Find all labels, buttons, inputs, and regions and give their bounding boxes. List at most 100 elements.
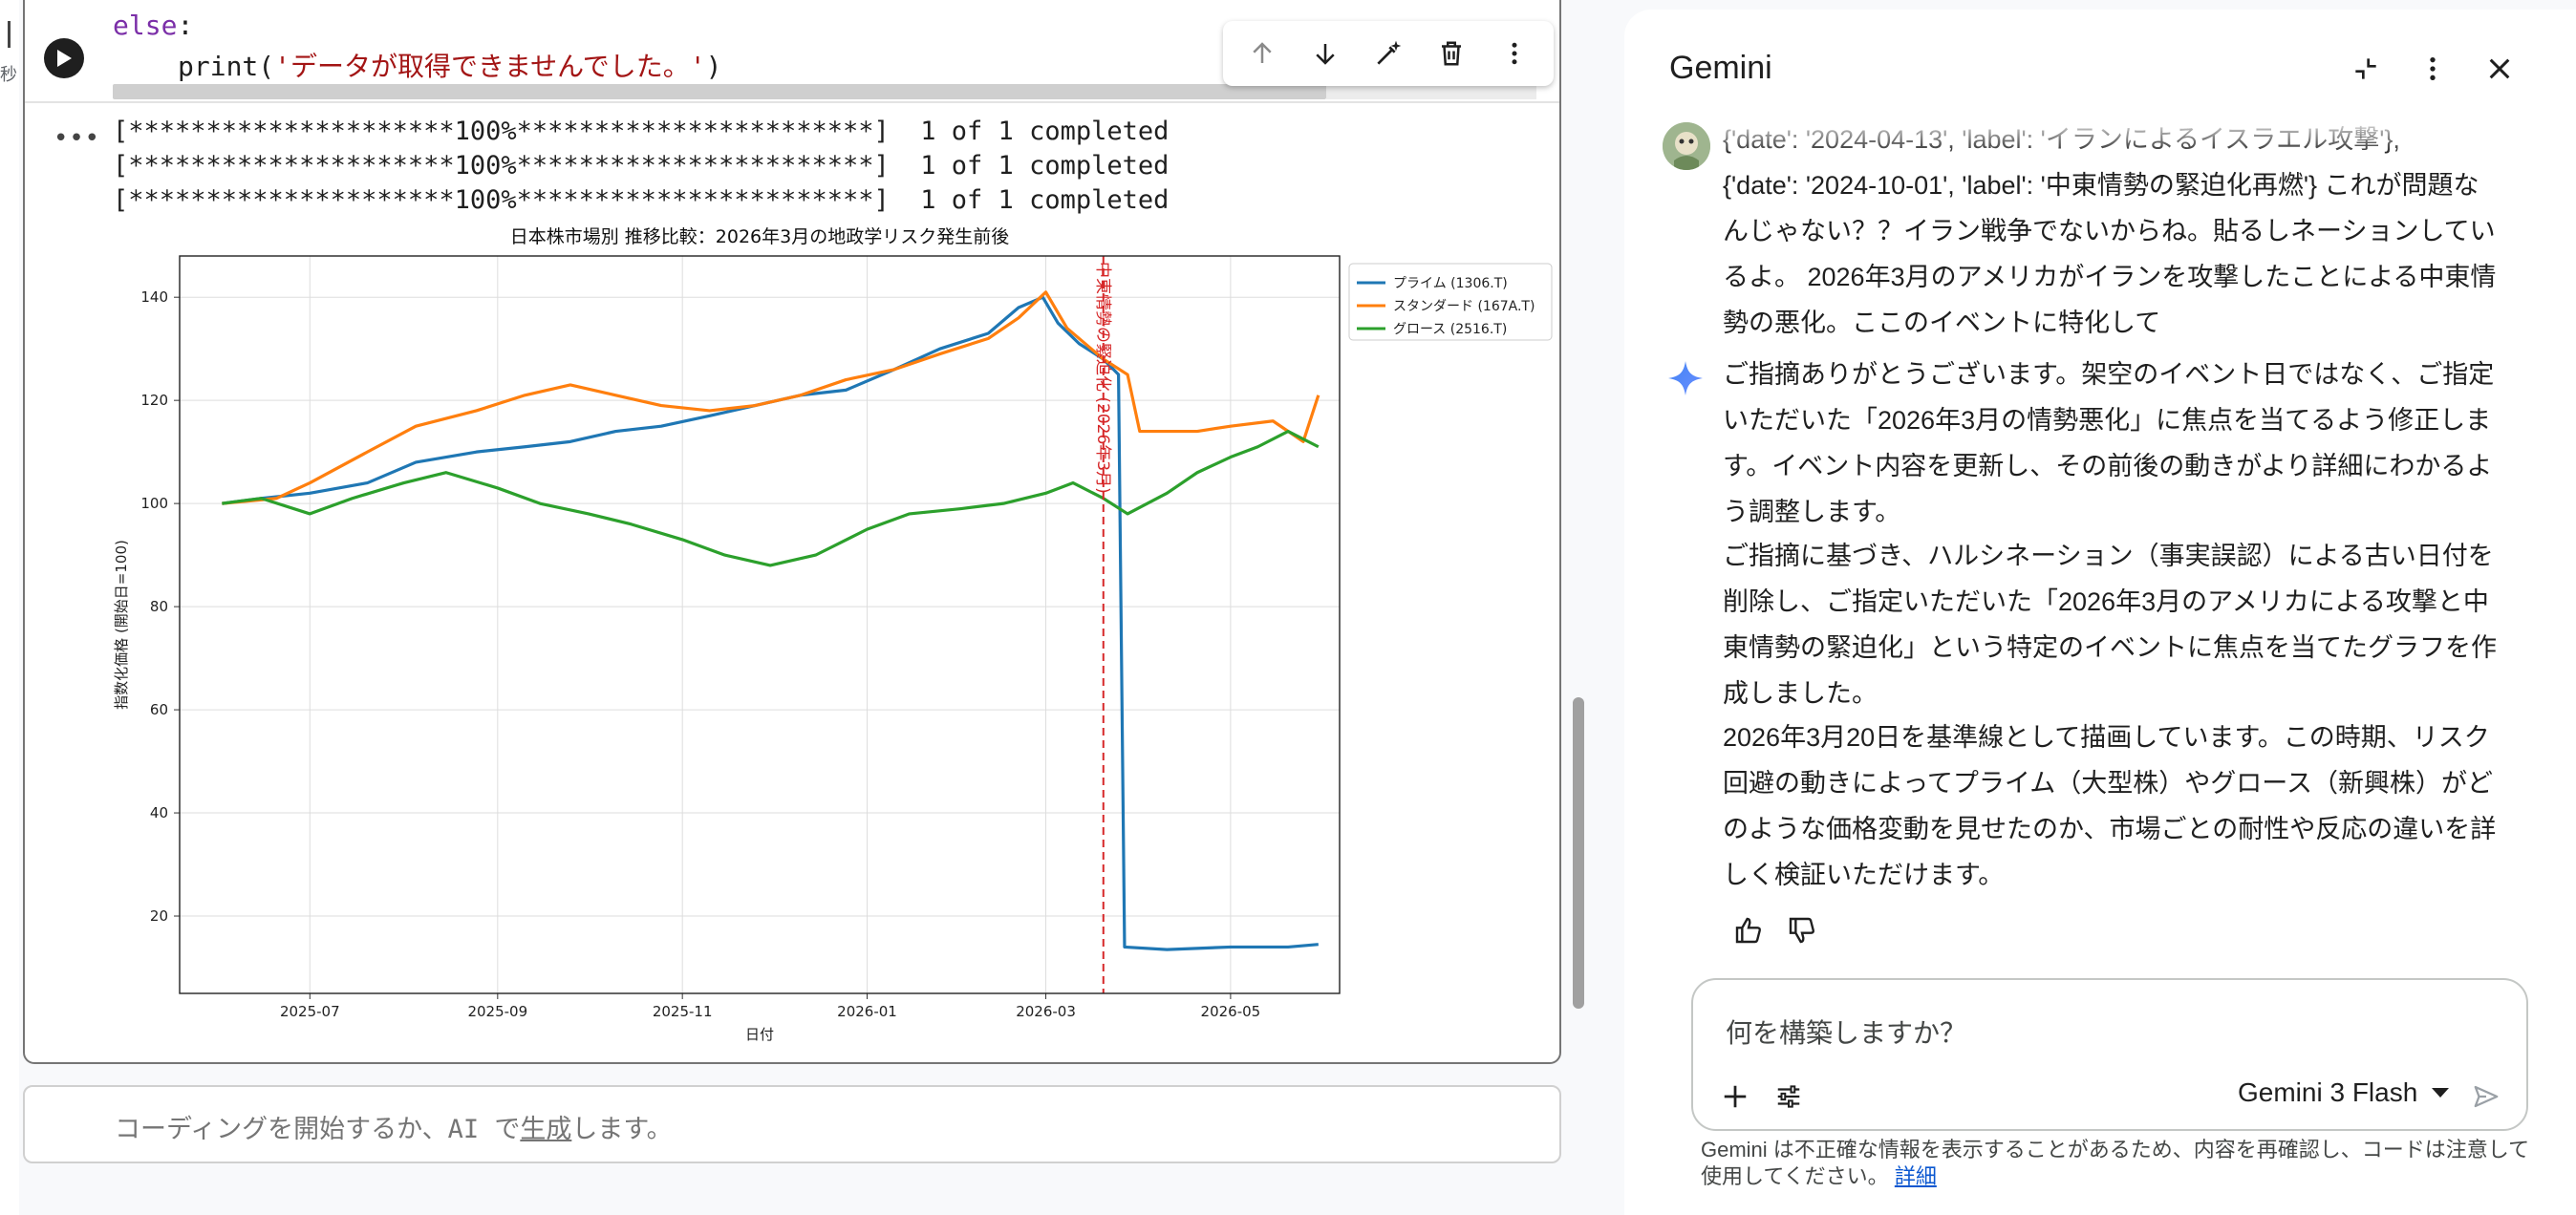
disclaimer: Gemini は不正確な情報を表示することがあるため、内容を再確認し、コードは注… (1701, 1137, 2542, 1190)
reply-line: 成しました。 (1723, 679, 1878, 708)
reply-line: ご指摘に基づき、ハルシネーション（事実誤認）による古い日付を (1723, 542, 2494, 570)
app-root: 秒 else: print('データが取得できませんでした。') ••• [**… (0, 0, 2576, 1215)
avatar-image (1663, 122, 1710, 170)
horizontal-scrollbar[interactable] (113, 84, 1326, 99)
y-tick-label: 80 (150, 598, 168, 615)
disclaimer-text: Gemini は不正確な情報を表示することがあるため、内容を再確認し、コードは注… (1701, 1138, 2530, 1188)
thumbs-down-button[interactable] (1781, 909, 1823, 951)
progress-line: [*********************100%**************… (113, 117, 1170, 146)
delete-icon (1442, 41, 1461, 66)
reply-line: 2026年3月20日を基準線として描画しています。この時期、リスク (1723, 723, 2490, 752)
assistant-reply-p2: ご指摘に基づき、ハルシネーション（事実誤認）による古い日付を 削除し、ご指定いた… (1723, 533, 2564, 716)
more-vert-icon (1512, 42, 1517, 65)
x-tick-label: 2026-01 (837, 1003, 897, 1020)
y-tick-label: 100 (140, 495, 168, 512)
y-axis-label: 指数化価格 (開始日=100) (113, 540, 130, 710)
prompt-input-box[interactable]: 何を構築しますか？ Gemini 3 Flash (1691, 978, 2528, 1131)
thumbs-up-icon (1735, 917, 1761, 944)
plus-icon (1724, 1085, 1747, 1108)
legend-entry: プライム (1306.T) (1393, 276, 1508, 291)
code-keyword: else (113, 10, 178, 41)
y-tick-label: 120 (140, 392, 168, 409)
code-string: 'データが取得できませんでした。' (274, 51, 706, 82)
move-down-button[interactable] (1302, 31, 1348, 76)
placeholder-text-end: します。 (571, 1115, 673, 1144)
assistant-reply-p1: ご指摘ありがとうございます。架空のイベント日ではなく、ご指定 いただいた「202… (1723, 352, 2564, 535)
x-tick-label: 2025-09 (467, 1003, 527, 1020)
user-message-line: んじゃない？？イラン戦争でないからね。貼るしネーションしてい (1723, 217, 2496, 245)
scroll-fade (1723, 117, 2564, 155)
exec-indicator (8, 21, 11, 48)
model-label: Gemini 3 Flash (2238, 1077, 2418, 1107)
gemini-panel: Gemini {'date': '2024-04-13', 'label': '… (1624, 10, 2576, 1215)
collapse-button[interactable] (2341, 44, 2391, 94)
series-line (222, 429, 1320, 567)
series-line (222, 295, 1319, 951)
gemini-spark-icon (1666, 359, 1705, 397)
event-label: 中東情勢の緊迫化 (2026年3月) (1093, 262, 1112, 494)
reply-line: 東情勢の緊迫化」という特定のイベントに焦点を当てたグラフを作 (1723, 633, 2497, 662)
run-cell-button[interactable] (44, 38, 84, 78)
tune-icon (1777, 1085, 1800, 1108)
more-vert-icon (2430, 57, 2436, 80)
x-tick-label: 2026-05 (1201, 1003, 1261, 1020)
y-tick-label: 40 (150, 804, 168, 821)
notebook-gutter (0, 0, 19, 1215)
close-panel-button[interactable] (2475, 44, 2524, 94)
user-message-line: {'date': '2024-10-01', 'label': '中東情勢の緊迫… (1723, 171, 2479, 200)
prompt-input[interactable]: 何を構築しますか？ (1726, 1012, 1966, 1051)
model-selector[interactable]: Gemini 3 Flash (2238, 1077, 2450, 1108)
user-message: {'date': '2024-04-13', 'label': 'イランによるイ… (1723, 117, 2564, 346)
vertical-scroll-track (1567, 0, 1592, 1215)
progress-line: [*********************100%**************… (113, 185, 1170, 215)
vertical-scrollbar[interactable] (1573, 697, 1584, 1009)
y-tick-label: 140 (140, 288, 168, 306)
reply-line: う調整します。 (1723, 498, 1901, 526)
code-line-1: else: (113, 10, 193, 41)
placeholder-text: コーディングを開始するか、AI で (115, 1115, 521, 1144)
code-function: print( (178, 51, 275, 82)
thumbs-down-icon (1789, 917, 1814, 944)
series-line (222, 290, 1320, 505)
play-icon (57, 50, 72, 67)
chart-output: 日本株市場別 推移比較：2026年3月の地政学リスク発生前後 20 40 60 80 10… (92, 222, 1563, 1043)
reply-line: しく検証いただけます。 (1723, 861, 2005, 889)
notebook-area: 秒 else: print('データが取得できませんでした。') ••• [**… (0, 0, 1610, 1215)
code-close: ) (705, 51, 722, 82)
details-link[interactable]: 詳細 (1895, 1164, 1937, 1188)
collapse-icon (2355, 58, 2376, 79)
send-icon (2474, 1085, 2499, 1108)
code-punc: : (177, 10, 194, 41)
panel-more-button[interactable] (2408, 44, 2458, 94)
reply-line: 回避の動きによってプライム（大型株）やグロース（新興株）がど (1723, 769, 2493, 798)
x-tick-label: 2025-07 (280, 1003, 340, 1020)
progress-line: [*********************100%**************… (113, 151, 1170, 181)
user-avatar (1663, 122, 1710, 170)
generate-link[interactable]: 生成 (520, 1115, 571, 1144)
x-tick-label: 2026-03 (1016, 1003, 1076, 1020)
edit-icon (1377, 40, 1402, 65)
empty-cell-placeholder: コーディングを開始するか、AI で生成します。 (115, 1108, 673, 1145)
arrow-down-icon (1316, 44, 1335, 65)
thumbs-up-button[interactable] (1728, 909, 1770, 951)
output-actions-button[interactable]: ••• (54, 124, 100, 153)
tools-button[interactable] (1768, 1076, 1810, 1118)
exec-time-label: 秒 (0, 65, 17, 85)
reply-line: 削除し、ご指定いただいた「2026年3月のアメリカによる攻撃と中 (1723, 587, 2489, 616)
send-button[interactable] (2465, 1076, 2507, 1118)
add-button[interactable] (1714, 1076, 1756, 1118)
delete-cell-button[interactable] (1428, 31, 1474, 76)
reply-line: いただいた「2026年3月の情勢悪化」に焦点を当てるよう修正しま (1723, 406, 2492, 435)
user-message-line: るよ。 2026年3月のアメリカがイランを攻撃したことによる中東情 (1723, 263, 2497, 291)
code-line-2: print('データが取得できませんでした。') (178, 46, 722, 84)
cell-more-button[interactable] (1492, 31, 1537, 76)
legend-entry: スタンダード (167A.T) (1393, 299, 1535, 314)
move-up-button[interactable] (1239, 31, 1285, 76)
reply-line: のような価格変動を見せたのか、市場ごとの耐性や反応の違いを詳 (1723, 815, 2497, 843)
assistant-reply-p3: 2026年3月20日を基準線として描画しています。この時期、リスク 回避の動きに… (1723, 714, 2564, 898)
y-tick-label: 60 (150, 701, 168, 718)
user-message-line: 勢の悪化。ここのイベントに特化して (1723, 309, 2161, 337)
edit-ai-button[interactable] (1365, 31, 1411, 76)
empty-code-cell[interactable]: コーディングを開始するか、AI で生成します。 (23, 1085, 1561, 1163)
line-chart: 日本株市場別 推移比較：2026年3月の地政学リスク発生前後 20 40 60 80 10… (113, 226, 1553, 1043)
